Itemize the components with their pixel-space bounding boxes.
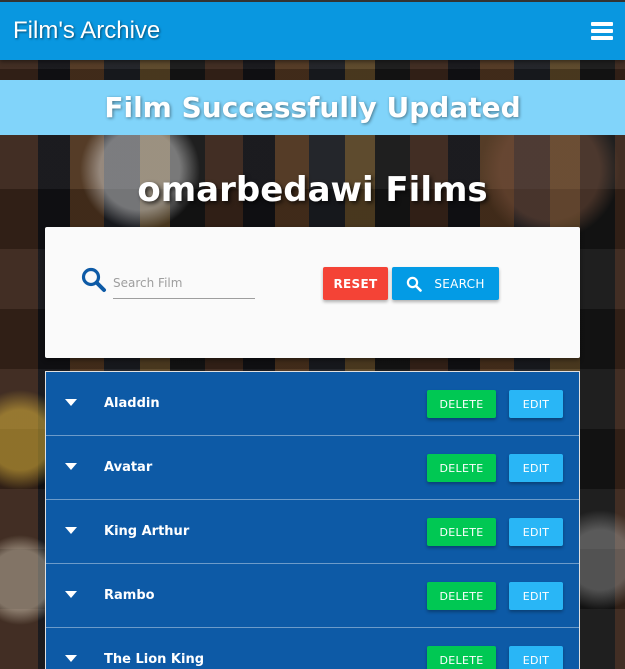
brand-title[interactable]: Film's Archive <box>13 17 160 45</box>
edit-button[interactable]: EDIT <box>509 390 563 418</box>
expand-caret-icon[interactable] <box>65 463 77 470</box>
delete-button[interactable]: DELETE <box>427 646 496 669</box>
search-button-label: SEARCH <box>434 276 485 291</box>
film-row[interactable]: Rambo DELETE EDIT <box>46 564 579 628</box>
film-row[interactable]: Avatar DELETE EDIT <box>46 436 579 500</box>
film-row[interactable]: King Arthur DELETE EDIT <box>46 500 579 564</box>
flash-message: Film Successfully Updated <box>0 80 625 135</box>
film-title: King Arthur <box>104 524 190 539</box>
expand-caret-icon[interactable] <box>65 399 77 406</box>
flash-message-text: Film Successfully Updated <box>104 91 521 124</box>
hamburger-menu-icon[interactable] <box>591 22 613 40</box>
edit-button[interactable]: EDIT <box>509 582 563 610</box>
search-button-icon <box>407 276 423 292</box>
search-button[interactable]: SEARCH <box>392 267 499 300</box>
film-list: Aladdin DELETE EDIT Avatar DELETE EDIT K… <box>45 371 580 669</box>
reset-button[interactable]: RESET <box>323 267 388 300</box>
delete-button[interactable]: DELETE <box>427 390 496 418</box>
film-row[interactable]: Aladdin DELETE EDIT <box>46 372 579 436</box>
film-title: The Lion King <box>104 652 205 667</box>
expand-caret-icon[interactable] <box>65 655 77 662</box>
page-title: omarbedawi Films <box>137 170 488 210</box>
expand-caret-icon[interactable] <box>65 527 77 534</box>
search-card: RESET SEARCH <box>45 227 580 358</box>
menu-bar <box>591 36 613 40</box>
search-input[interactable] <box>113 267 255 299</box>
delete-button[interactable]: DELETE <box>427 454 496 482</box>
film-row[interactable]: The Lion King DELETE EDIT <box>46 628 579 669</box>
film-title: Avatar <box>104 460 153 475</box>
edit-button[interactable]: EDIT <box>509 454 563 482</box>
edit-button[interactable]: EDIT <box>509 518 563 546</box>
delete-button[interactable]: DELETE <box>427 518 496 546</box>
film-title: Rambo <box>104 588 155 603</box>
edit-button[interactable]: EDIT <box>509 646 563 669</box>
navbar: Film's Archive <box>0 0 625 60</box>
delete-button[interactable]: DELETE <box>427 582 496 610</box>
search-icon <box>81 267 107 293</box>
expand-caret-icon[interactable] <box>65 591 77 598</box>
film-title: Aladdin <box>104 396 160 411</box>
menu-bar <box>591 22 613 26</box>
menu-bar <box>591 29 613 33</box>
